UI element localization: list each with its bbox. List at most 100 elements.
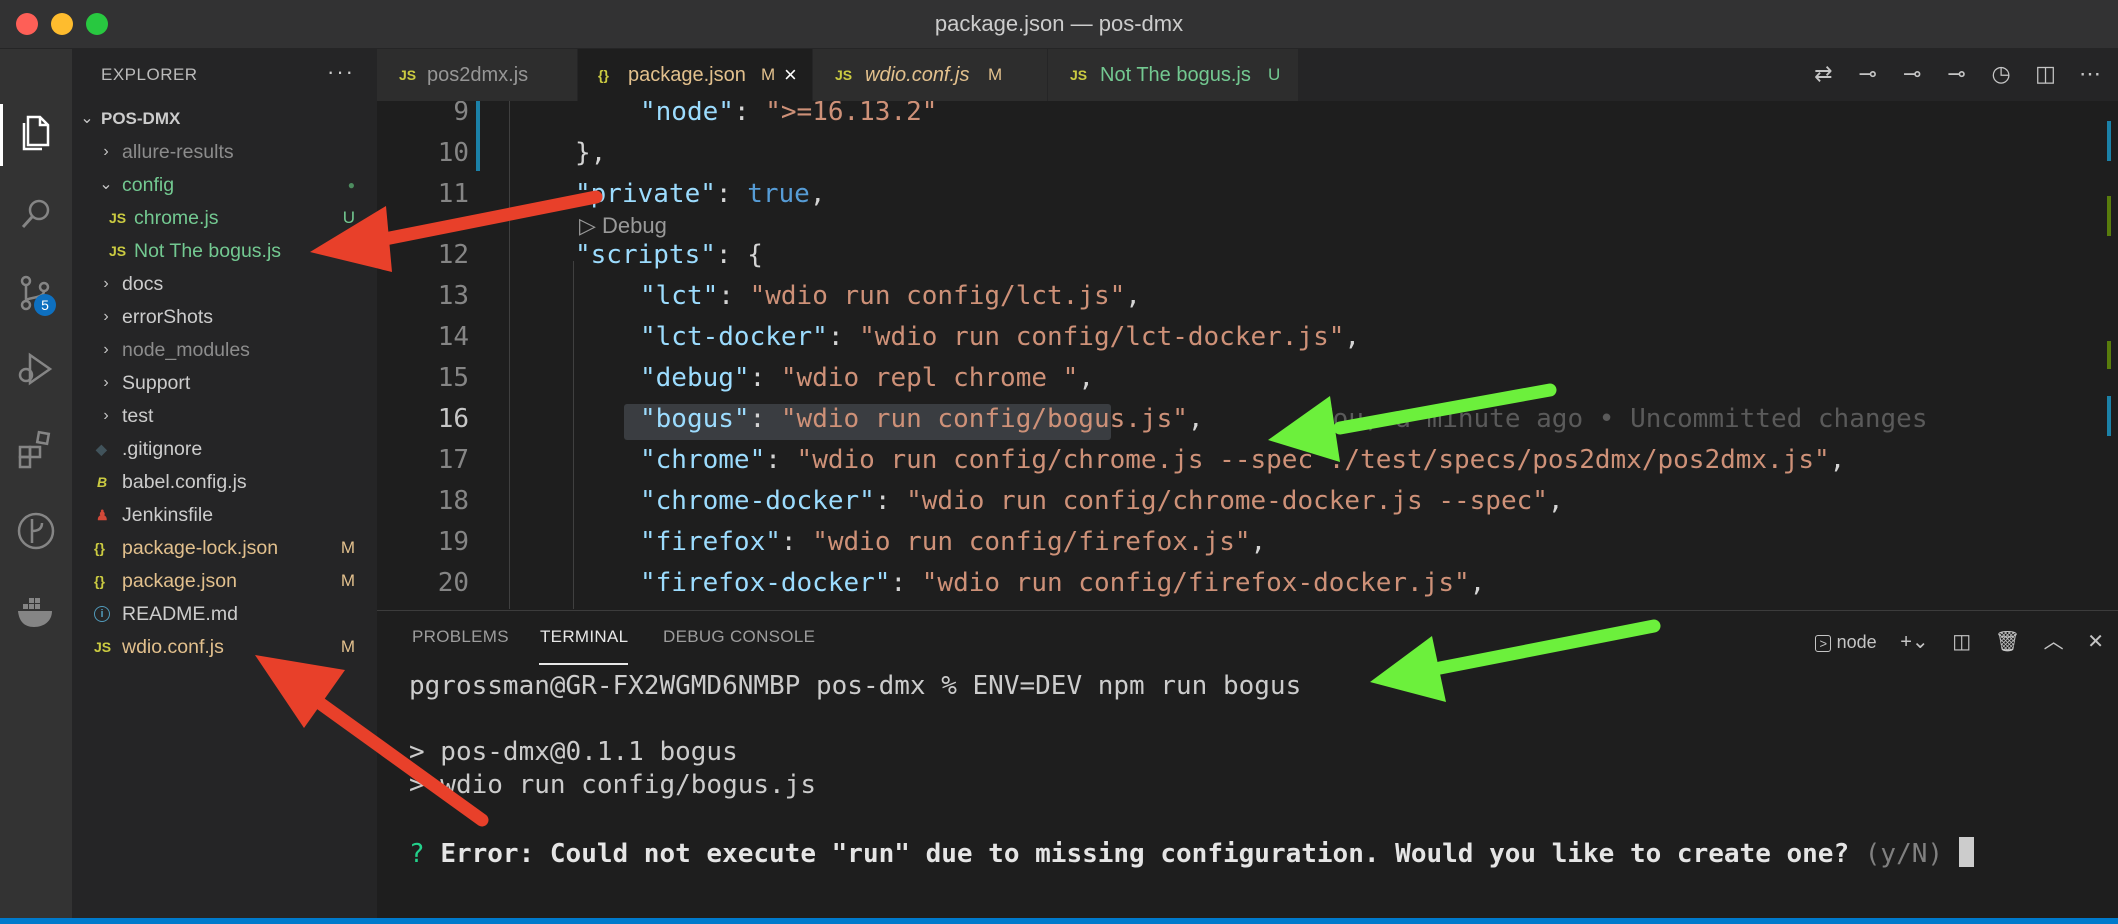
play-icon: ▷: [579, 213, 603, 238]
next-change-icon[interactable]: ⊸: [1937, 61, 1977, 87]
tree-item-node-modules[interactable]: › node_modules: [72, 334, 377, 366]
json-key: "firefox": [640, 527, 781, 557]
git-commit-icon[interactable]: ⊸: [1848, 61, 1888, 87]
json-boolean: true: [747, 179, 810, 209]
js-file-icon: JS: [835, 67, 853, 83]
codelens-debug[interactable]: ▷ Debug: [579, 213, 667, 239]
punctuation: {: [747, 240, 763, 270]
tree-item-label: wdio.conf.js: [122, 636, 224, 658]
gutter-modified-marker: [476, 101, 480, 171]
json-string: "wdio run config/lct-docker.js": [859, 322, 1345, 352]
tab-debug-console[interactable]: DEBUG CONSOLE: [663, 627, 815, 647]
json-file-icon: {}: [94, 573, 105, 589]
chevron-right-icon: ›: [103, 374, 109, 391]
scm-badge: 5: [34, 294, 56, 316]
tab-terminal[interactable]: TERMINAL: [540, 627, 628, 647]
tree-item-config[interactable]: ⌄ config ●: [72, 169, 377, 201]
docker-icon[interactable]: [14, 589, 58, 633]
json-key: "scripts": [575, 240, 716, 270]
json-key: "bogus": [640, 404, 750, 434]
git-graph-icon[interactable]: [14, 509, 58, 553]
json-key: "private": [575, 179, 716, 209]
json-string: "wdio run config/bogus.js": [780, 404, 1188, 434]
split-terminal-icon[interactable]: ◫: [1952, 629, 1971, 654]
tree-item-support[interactable]: › Support: [72, 367, 377, 399]
line-number: 16: [437, 404, 469, 434]
previous-change-icon[interactable]: ⊸: [1892, 61, 1932, 87]
tab-not-the-bogus-js[interactable]: JS Not The bogus.js U: [1048, 49, 1299, 101]
tree-item-package-lock-json[interactable]: {} package-lock.json M: [72, 532, 377, 564]
tree-item-jenkinsfile[interactable]: ♟ Jenkinsfile: [72, 499, 377, 531]
root-folder-label: POS-DMX: [101, 109, 181, 128]
tree-item-label: babel.config.js: [122, 471, 247, 493]
editor-actions: ⇄ ⊸ ⊸ ⊸ ◷ ◫ ⋯: [1803, 61, 2110, 89]
git-blame-annotation: You, a minute ago • Uncommitted changes: [1317, 404, 1928, 434]
tree-item-docs[interactable]: › docs: [72, 268, 377, 300]
terminal-selector[interactable]: > node: [1815, 631, 1877, 654]
tree-item-chrome-js[interactable]: JS chrome.js U: [72, 202, 377, 234]
tree-item-label: .gitignore: [122, 438, 203, 460]
code-line: "private": true,: [575, 179, 825, 209]
tree-item-label: Jenkinsfile: [122, 504, 214, 526]
tab-problems[interactable]: PROBLEMS: [412, 627, 509, 647]
tree-root[interactable]: ⌄ POS-DMX: [72, 103, 377, 135]
tree-item-gitignore[interactable]: ◆ .gitignore: [72, 433, 377, 465]
code-view[interactable]: 9 "node": ">=16.13.2" 10 }, 11 "private"…: [377, 101, 2118, 609]
line-number: 15: [437, 363, 469, 393]
line-number: 18: [437, 486, 469, 516]
tab-wdio-conf-js[interactable]: JS wdio.conf.js M: [813, 49, 1048, 101]
timeline-icon[interactable]: ◷: [1981, 61, 2021, 87]
line-number: 12: [437, 240, 469, 270]
run-debug-icon[interactable]: [14, 347, 58, 391]
code-line: "chrome": "wdio run config/chrome.js --s…: [640, 445, 1845, 475]
status-bar: [0, 918, 2118, 924]
extensions-icon[interactable]: [14, 427, 58, 471]
tab-label: Not The bogus.js: [1100, 64, 1251, 86]
more-actions-icon[interactable]: ⋯: [2070, 61, 2110, 87]
json-key: "lct-docker": [640, 322, 828, 352]
search-icon[interactable]: [14, 192, 58, 236]
tree-item-babel-config[interactable]: B babel.config.js: [72, 466, 377, 498]
tree-item-errorshots[interactable]: › errorShots: [72, 301, 377, 333]
tree-item-test[interactable]: › test: [72, 400, 377, 432]
tree-item-label: node_modules: [122, 339, 250, 361]
punctuation: ,: [1125, 281, 1141, 311]
json-string: "wdio run config/chrome.js --spec ./test…: [796, 445, 1830, 475]
terminal-error-line[interactable]: ? Error: Could not execute "run" due to …: [409, 837, 1974, 869]
punctuation: ,: [1187, 404, 1204, 434]
close-icon[interactable]: ×: [784, 49, 797, 101]
chevron-right-icon: ›: [103, 407, 109, 424]
more-actions-icon[interactable]: ···: [327, 59, 355, 85]
code-line: "node": ">=16.13.2": [640, 101, 937, 127]
tree-item-wdio-conf-js[interactable]: JS wdio.conf.js M: [72, 631, 377, 663]
tab-package-json[interactable]: {} package.json M ×: [578, 49, 813, 101]
line-number: 20: [437, 568, 469, 598]
split-editor-icon[interactable]: ◫: [2026, 61, 2066, 87]
git-status-dot: ●: [347, 178, 355, 192]
punctuation: :: [890, 568, 922, 598]
tree-item-allure-results[interactable]: › allure-results: [72, 136, 377, 168]
maximize-panel-icon[interactable]: ︿: [2044, 625, 2064, 654]
json-file-icon: {}: [598, 67, 609, 83]
overview-ruler-mark: [2107, 396, 2111, 436]
files-icon[interactable]: [14, 111, 58, 155]
punctuation: ,: [1344, 322, 1361, 352]
tree-item-package-json[interactable]: {} package.json M: [72, 565, 377, 597]
close-panel-icon[interactable]: ✕: [2087, 629, 2104, 654]
indent-guide: [573, 261, 574, 609]
tree-item-label: allure-results: [122, 141, 234, 163]
tab-label: package.json: [628, 64, 746, 86]
js-file-icon: JS: [94, 639, 112, 655]
compare-changes-icon[interactable]: ⇄: [1803, 61, 1843, 87]
new-terminal-icon[interactable]: +⌄: [1900, 629, 1928, 654]
tab-pos2dmx-js[interactable]: JS pos2dmx.js: [377, 49, 578, 101]
punctuation: ,: [1078, 363, 1094, 393]
js-file-icon: JS: [399, 67, 417, 83]
tree-item-readme[interactable]: i README.md: [72, 598, 377, 630]
json-key: "lct": [640, 281, 719, 311]
terminal-output-line: > wdio run config/bogus.js: [409, 770, 816, 800]
kill-terminal-icon[interactable]: 🗑: [1995, 629, 2020, 654]
tab-bar: JS pos2dmx.js {} package.json M × JS wdi…: [377, 49, 2118, 101]
activity-bar: 5: [0, 49, 72, 924]
tree-item-not-the-bogus-js[interactable]: JS Not The bogus.js: [72, 235, 377, 267]
